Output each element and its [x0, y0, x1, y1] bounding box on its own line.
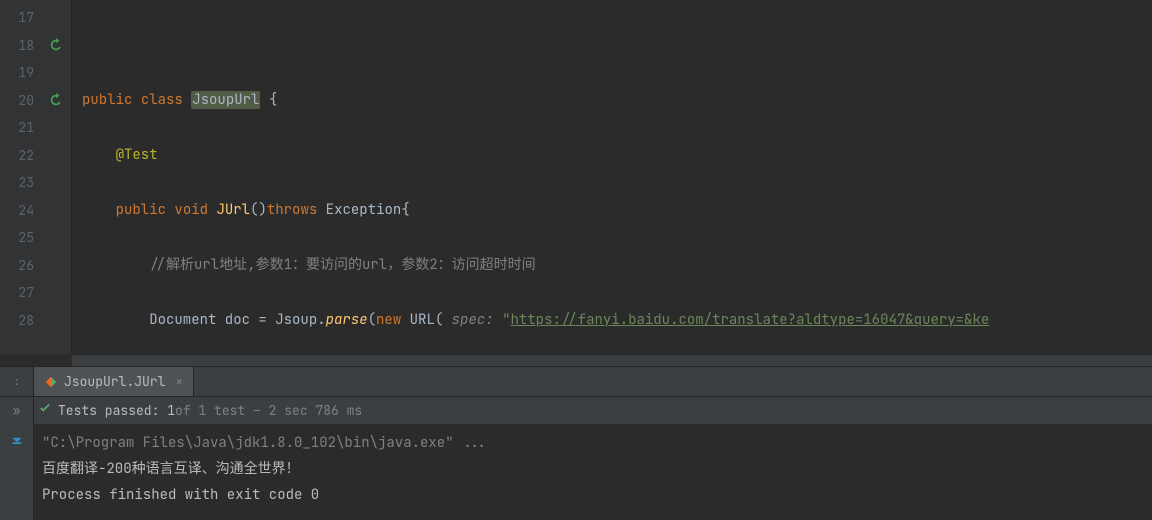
code-editor[interactable]: 17 18 19 20 21 22 23 24 25 26 27 28 publ… [0, 0, 1152, 354]
parameter-hint: spec: [452, 311, 494, 329]
test-config-icon [44, 375, 58, 389]
console-line: 百度翻译-200种语言互译、沟通全世界！ [42, 456, 1144, 482]
scroll-down-icon[interactable] [10, 430, 24, 449]
console-toolbar [0, 424, 34, 520]
run-tool-tabstrip: : JsoupUrl.JUrl × [0, 366, 1152, 396]
vcs-change-icon[interactable] [40, 32, 71, 60]
run-tab[interactable]: JsoupUrl.JUrl × [34, 367, 194, 396]
tabstrip-label: : [0, 367, 34, 396]
tests-passed-count: 1 [167, 402, 175, 419]
annotation: @Test [116, 146, 158, 164]
run-tab-label: JsoupUrl.JUrl [64, 373, 165, 390]
icon-gutter [40, 0, 72, 354]
horizontal-scrollbar[interactable] [72, 354, 1152, 366]
test-status-bar: » Tests passed: 1 of 1 test – 2 sec 786 … [0, 396, 1152, 424]
rerun-icon[interactable]: » [0, 397, 34, 424]
tests-of-label: of 1 test – 2 sec 786 ms [175, 402, 362, 419]
class-name: JsoupUrl [191, 91, 260, 109]
console-line: Process finished with exit code 0 [42, 482, 1144, 508]
url-literal: https://fanyi.baidu.com/translate?aldtyp… [510, 311, 989, 329]
console-command: "C:\Program Files\Java\jdk1.8.0_102\bin\… [42, 430, 1144, 456]
console-output[interactable]: "C:\Program Files\Java\jdk1.8.0_102\bin\… [34, 424, 1152, 520]
tests-passed-label: Tests passed: [58, 402, 159, 419]
check-icon [38, 402, 52, 420]
line-number-gutter: 17 18 19 20 21 22 23 24 25 26 27 28 [0, 0, 40, 354]
vcs-change-icon[interactable] [40, 87, 71, 115]
close-icon[interactable]: × [175, 373, 183, 390]
comment: //解析url地址,参数1：要访问的url，参数2：访问超时时间 [149, 256, 535, 274]
code-area[interactable]: public class JsoupUrl { @Test public voi… [72, 0, 1152, 354]
